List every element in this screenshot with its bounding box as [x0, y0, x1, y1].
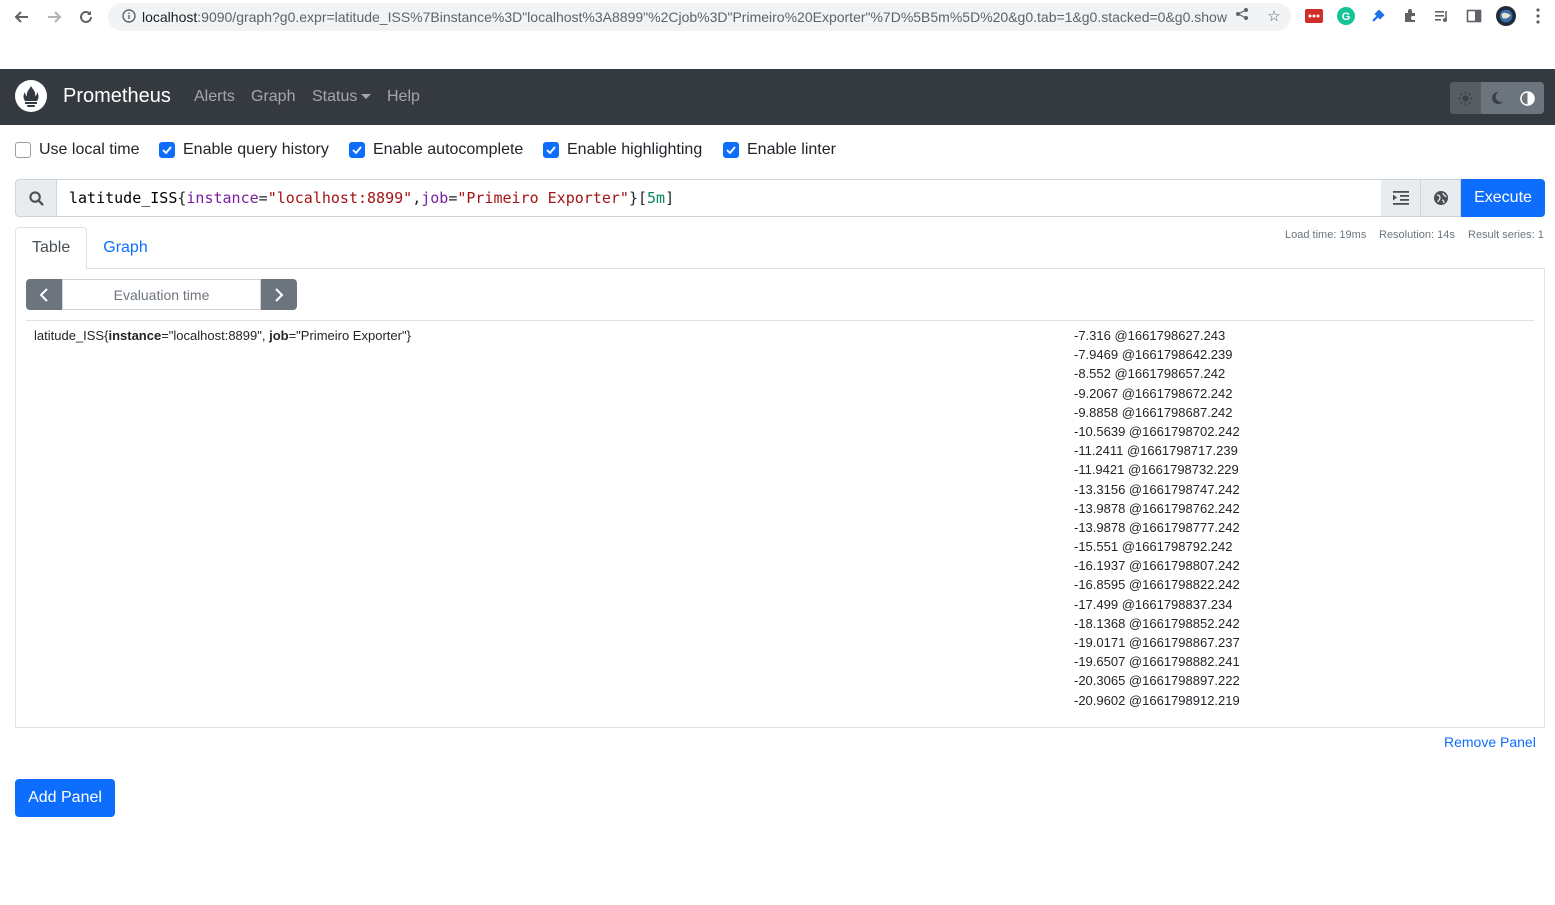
autocomplete-checkbox[interactable]	[349, 142, 365, 158]
eval-time-back-button[interactable]	[26, 279, 62, 310]
query-history-checkbox[interactable]	[159, 142, 175, 158]
value-row: -20.3065 @1661798897.222	[1074, 673, 1240, 689]
site-info-icon[interactable]	[116, 8, 142, 26]
top-navbar: Prometheus Alerts Graph Status Help	[0, 69, 1555, 125]
value-row: -10.5639 @1661798702.242	[1074, 423, 1240, 439]
highlighting-checkbox[interactable]	[543, 142, 559, 158]
value-row: -18.1368 @1661798852.242	[1074, 615, 1240, 631]
load-time-stat: Load time: 19ms	[1285, 229, 1367, 241]
evaluation-time-group: Evaluation time	[26, 279, 297, 310]
nav-status-label: Status	[312, 88, 358, 105]
light-theme-sun-icon[interactable]	[1450, 82, 1481, 114]
evaluation-time-input[interactable]: Evaluation time	[62, 279, 261, 310]
option-enable-linter[interactable]: Enable linter	[723, 141, 836, 159]
add-panel-button[interactable]: Add Panel	[15, 779, 115, 817]
back-icon[interactable]	[10, 5, 34, 29]
eval-time-forward-button[interactable]	[261, 279, 297, 310]
series-values: -7.316 @1661798627.243 -7.9469 @16617986…	[1074, 327, 1240, 711]
option-enable-query-history[interactable]: Enable query history	[159, 141, 329, 159]
linter-checkbox[interactable]	[723, 142, 739, 158]
value-row: -15.551 @1661798792.242	[1074, 539, 1233, 555]
nav-alerts[interactable]: Alerts	[194, 88, 235, 106]
auto-theme-contrast-icon[interactable]	[1512, 82, 1543, 114]
value-row: -11.2411 @1661798717.239	[1074, 443, 1238, 459]
value-row: -9.8858 @1661798687.242	[1074, 404, 1233, 420]
profile-avatar-icon[interactable]	[1496, 6, 1516, 26]
browser-menu-icon[interactable]	[1528, 6, 1548, 26]
use-local-time-checkbox[interactable]	[15, 142, 31, 158]
linter-label: Enable linter	[747, 141, 836, 158]
value-row: -19.6507 @1661798882.241	[1074, 654, 1240, 670]
value-row: -7.9469 @1661798642.239	[1074, 347, 1233, 363]
nav-graph[interactable]: Graph	[251, 88, 295, 106]
value-row: -13.9878 @1661798762.242	[1074, 500, 1240, 516]
value-row: -9.2067 @1661798672.242	[1074, 385, 1233, 401]
url-text[interactable]: localhost:9090/graph?g0.expr=latitude_IS…	[142, 9, 1227, 25]
nav-status-dropdown[interactable]: Status	[312, 88, 372, 106]
expression-bar: latitude_ISS{instance = "localhost:8899", j…	[15, 179, 1545, 217]
resolution-stat: Resolution: 14s	[1379, 229, 1455, 241]
execute-button[interactable]: Execute	[1461, 179, 1545, 217]
result-series-stat: Result series: 1	[1468, 229, 1544, 241]
value-row: -16.1937 @1661798807.242	[1074, 558, 1240, 574]
value-row: -17.499 @1661798837.234	[1074, 596, 1233, 612]
value-row: -13.9878 @1661798777.242	[1074, 519, 1240, 535]
svg-text:G: G	[1342, 11, 1351, 23]
dark-theme-moon-icon[interactable]	[1481, 82, 1512, 114]
extension-grammarly-icon[interactable]: G	[1336, 6, 1356, 26]
expression-input[interactable]: latitude_ISS{instance = "localhost:8899", j…	[57, 179, 1381, 217]
extension-lastpass-icon[interactable]	[1304, 6, 1324, 26]
share-icon[interactable]	[1232, 7, 1252, 27]
value-row: -7.316 @1661798627.243	[1074, 328, 1226, 343]
option-enable-autocomplete[interactable]: Enable autocomplete	[349, 141, 523, 159]
value-row: -19.0171 @1661798867.237	[1074, 635, 1240, 650]
autocomplete-label: Enable autocomplete	[373, 141, 524, 158]
remove-panel-link[interactable]: Remove Panel	[1444, 734, 1536, 750]
side-panel-icon[interactable]	[1464, 6, 1484, 26]
value-row: -20.9602 @1661798912.219	[1074, 692, 1240, 708]
bookmark-star-icon[interactable]: ☆	[1264, 7, 1284, 27]
tab-table[interactable]: Table	[15, 227, 88, 269]
reload-icon[interactable]	[74, 5, 98, 29]
caret-down-icon	[361, 94, 372, 100]
media-queue-icon[interactable]	[1432, 6, 1452, 26]
series-label: latitude_ISS{instance="localhost:8899", …	[34, 328, 411, 343]
panel-tabs: Table Graph	[15, 227, 164, 269]
query-history-label: Enable query history	[183, 141, 329, 158]
value-row: -8.552 @1661798657.242	[1074, 366, 1226, 382]
option-use-local-time[interactable]: Use local time	[15, 141, 139, 159]
highlighting-label: Enable highlighting	[567, 141, 703, 158]
tab-graph[interactable]: Graph	[87, 227, 163, 269]
value-row: -13.3156 @1661798747.242	[1074, 481, 1240, 497]
search-icon	[15, 179, 57, 217]
table-divider	[26, 320, 1534, 321]
extensions-puzzle-icon[interactable]	[1400, 6, 1420, 26]
prometheus-logo-icon[interactable]	[15, 80, 47, 112]
address-bar[interactable]: localhost:9090/graph?g0.expr=latitude_IS…	[108, 3, 1291, 31]
forward-icon[interactable]	[42, 5, 66, 29]
metrics-explorer-globe-icon[interactable]	[1421, 179, 1461, 217]
browser-chrome: localhost:9090/graph?g0.expr=latitude_IS…	[0, 0, 1555, 69]
option-enable-highlighting[interactable]: Enable highlighting	[543, 141, 702, 159]
format-expression-icon[interactable]	[1381, 179, 1421, 217]
value-row: -11.9421 @1661798732.229	[1074, 462, 1239, 478]
value-row: -16.8595 @1661798822.242	[1074, 577, 1240, 593]
theme-toggle-group	[1450, 82, 1544, 114]
brand-title[interactable]: Prometheus	[63, 85, 171, 108]
use-local-time-label: Use local time	[39, 141, 140, 158]
nav-help[interactable]: Help	[387, 88, 420, 106]
extension-tool-icon[interactable]	[1368, 6, 1388, 26]
